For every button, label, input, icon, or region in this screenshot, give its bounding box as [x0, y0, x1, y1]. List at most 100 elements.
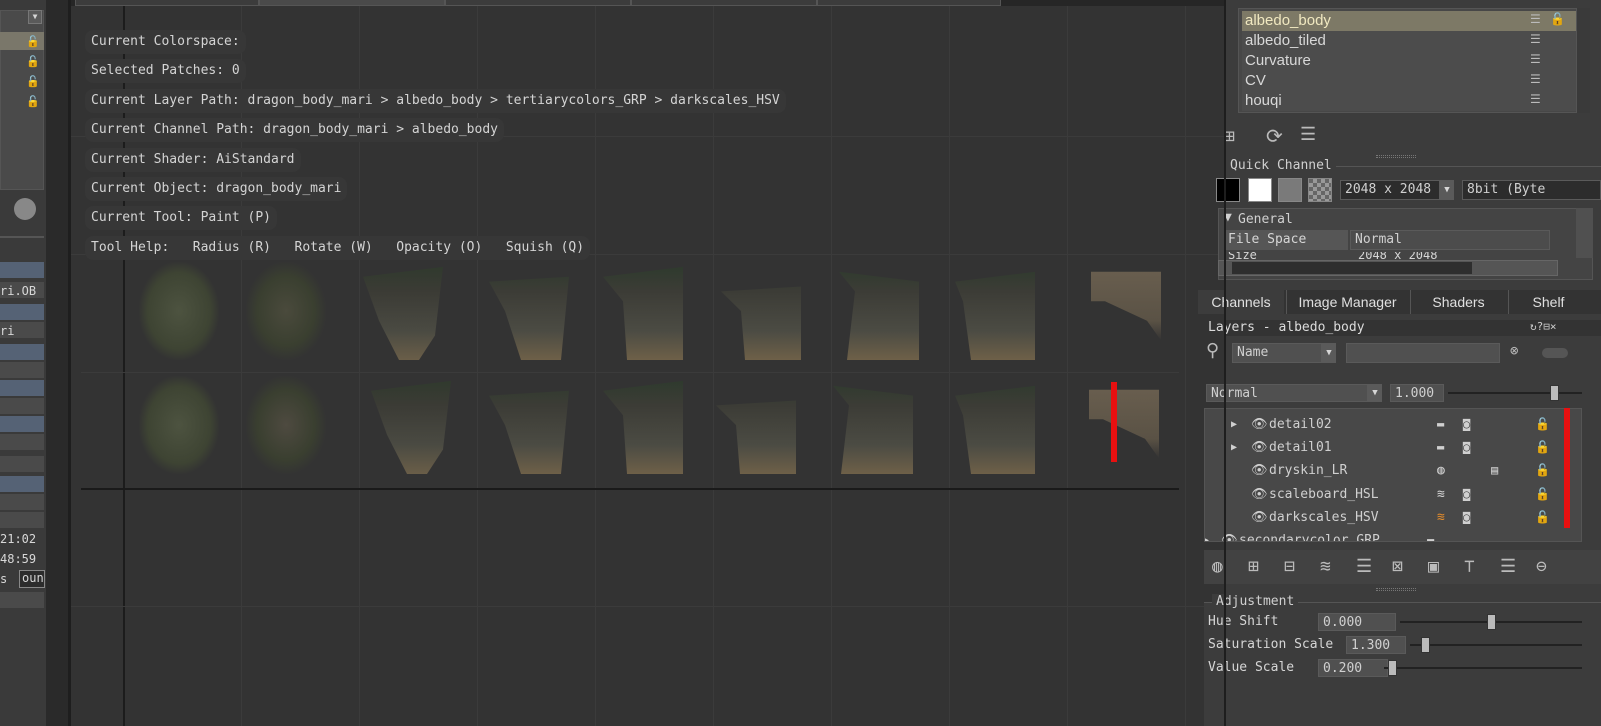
uv-patch[interactable] — [721, 286, 801, 360]
uv-patch[interactable] — [603, 380, 683, 474]
lock-icon[interactable]: 🔓 — [1535, 436, 1550, 459]
lock-icon[interactable]: 🔓 — [1535, 506, 1550, 529]
uv-patch[interactable] — [1089, 389, 1159, 459]
lock-icon[interactable]: 🔓 — [26, 35, 40, 48]
eye-icon[interactable]: 👁 — [1251, 483, 1268, 506]
uv-patch[interactable] — [603, 266, 683, 360]
left-row[interactable] — [0, 262, 44, 278]
opacity-field[interactable]: 1.000 — [1390, 384, 1444, 402]
help-icon[interactable]: ↻?⊟× — [1530, 320, 1557, 333]
uv-patch[interactable] — [139, 262, 219, 360]
black-swatch[interactable] — [1216, 178, 1240, 202]
dropdown-arrow-icon[interactable]: ▼ — [28, 10, 42, 24]
hue-shift-field[interactable]: 0.000 — [1318, 613, 1396, 631]
lock-icon[interactable]: 🔓 — [1550, 12, 1565, 26]
flatten-icon[interactable]: ☰ — [1500, 556, 1516, 577]
uv-patch[interactable] — [833, 385, 913, 474]
lock-icon[interactable]: 🔓 — [1535, 483, 1550, 506]
layer-row[interactable]: ▶ 👁 detail02 ▬ ◙ 🔓 — [1215, 413, 1563, 436]
tab-shaders[interactable]: Shaders — [1410, 290, 1506, 314]
mask-icon[interactable]: ◙ — [1463, 506, 1470, 529]
eye-icon[interactable]: 👁 — [1251, 413, 1268, 436]
refresh-channel-icon[interactable]: ⟳ — [1266, 124, 1283, 148]
uv-patch[interactable] — [489, 276, 569, 360]
layer-row[interactable]: 👁 scaleboard_HSL ≋ ◙ 🔓 — [1215, 483, 1563, 506]
uv-patch[interactable] — [371, 380, 451, 474]
channel-scrollbar[interactable] — [1576, 8, 1590, 113]
list-icon[interactable]: ☰ — [1530, 92, 1541, 106]
lock-icon[interactable]: 🔓 — [26, 95, 40, 108]
list-icon[interactable]: ☰ — [1530, 12, 1541, 26]
expand-icon[interactable]: ▶ — [1231, 413, 1237, 436]
uv-patch[interactable] — [489, 390, 569, 474]
uv-patch[interactable] — [839, 271, 919, 360]
remove-object-icon[interactable] — [14, 198, 36, 220]
filter-by-select[interactable]: Name — [1232, 343, 1322, 363]
lock-icon[interactable]: 🔓 — [1535, 413, 1550, 436]
add-procedural-icon[interactable]: ☰ — [1356, 556, 1372, 577]
eye-icon[interactable]: 👁 — [1251, 459, 1268, 482]
left-row[interactable] — [0, 416, 44, 432]
layer-row[interactable]: ▶ 👁 secondarycolor_GRP ▬ — [1205, 529, 1543, 541]
left-row[interactable] — [0, 512, 44, 528]
hue-shift-slider-track[interactable] — [1400, 614, 1582, 630]
uv-patch[interactable] — [1091, 271, 1161, 341]
left-input[interactable]: oun — [19, 570, 45, 588]
scrollbar-thumb[interactable] — [1232, 262, 1472, 274]
layer-row[interactable]: ▶ 👁 detail01 ▬ ◙ 🔓 — [1215, 436, 1563, 459]
list-icon[interactable]: ☰ — [1530, 72, 1541, 86]
resize-grip[interactable] — [1376, 588, 1416, 591]
hue-shift-slider-handle[interactable] — [1487, 614, 1496, 630]
layer-row[interactable]: 👁 darkscales_HSV ≋ ◙ 🔓 — [1215, 506, 1563, 529]
toggle-switch[interactable] — [1542, 348, 1568, 358]
expand-icon[interactable]: ▶ — [1205, 529, 1209, 541]
blend-mode-select[interactable]: Normal — [1206, 384, 1368, 402]
left-row[interactable] — [0, 592, 44, 608]
list-icon[interactable]: ☰ — [1530, 32, 1541, 46]
uv-patch[interactable] — [955, 385, 1035, 474]
left-row[interactable] — [0, 304, 44, 320]
depth-select[interactable]: 8bit (Byte — [1462, 180, 1601, 200]
paint-viewport[interactable]: Current Colorspace: Selected Patches: 0 … — [71, 6, 1224, 726]
value-scale-field[interactable]: 0.200 — [1318, 659, 1388, 677]
saturation-slider-track[interactable] — [1410, 637, 1582, 653]
file-space-field[interactable]: Normal — [1350, 230, 1550, 250]
clear-icon[interactable]: ⊗ — [1510, 343, 1518, 359]
add-paint-layer-icon[interactable]: ◍ — [1212, 556, 1223, 577]
mask-icon[interactable]: ◙ — [1463, 483, 1470, 506]
lock-icon[interactable]: 🔓 — [26, 55, 40, 68]
mask-icon[interactable]: ◙ — [1463, 436, 1470, 459]
saturation-scale-field[interactable]: 1.300 — [1346, 636, 1406, 654]
dropdown-arrow-icon[interactable]: ▼ — [1322, 343, 1336, 363]
transparent-swatch[interactable] — [1308, 178, 1332, 202]
resize-grip[interactable] — [1376, 155, 1416, 158]
add-folder-icon[interactable]: ▣ — [1428, 556, 1439, 577]
uv-patch[interactable] — [363, 266, 443, 360]
grey-swatch[interactable] — [1278, 178, 1302, 202]
saturation-slider-handle[interactable] — [1421, 637, 1430, 653]
splitter[interactable] — [1224, 0, 1226, 726]
add-adjustment-icon[interactable]: ≋ — [1320, 556, 1331, 577]
left-row[interactable] — [0, 494, 44, 510]
value-slider-track[interactable] — [1384, 660, 1582, 676]
merge-layer-icon[interactable]: ⊤ — [1464, 556, 1475, 577]
expand-icon[interactable]: ▶ — [1231, 436, 1237, 459]
vertical-scrollbar[interactable] — [1576, 208, 1593, 258]
left-row[interactable] — [0, 362, 44, 378]
left-row[interactable] — [0, 456, 44, 472]
add-layer-icon[interactable]: ⊞ — [1248, 556, 1259, 577]
add-mask-icon[interactable]: ⊠ — [1392, 556, 1403, 577]
opacity-slider-handle[interactable] — [1550, 385, 1559, 401]
dropdown-arrow-icon[interactable]: ▼ — [1440, 180, 1454, 200]
remove-layer-icon[interactable]: ⊖ — [1536, 556, 1547, 577]
left-row[interactable] — [0, 476, 44, 492]
mask-icon[interactable]: ◙ — [1463, 413, 1470, 436]
section-general[interactable]: General — [1238, 212, 1293, 227]
remove-channel-icon[interactable]: ☰ — [1300, 124, 1316, 145]
tab-channels[interactable]: Channels — [1198, 290, 1284, 314]
lock-icon[interactable]: 🔓 — [1535, 459, 1550, 482]
left-row[interactable] — [0, 344, 44, 360]
left-row[interactable] — [0, 434, 44, 450]
dropdown-arrow-icon[interactable]: ▼ — [1368, 384, 1382, 402]
layer-row[interactable]: 👁 dryskin_LR ◍ ▤ 🔓 — [1215, 459, 1563, 482]
